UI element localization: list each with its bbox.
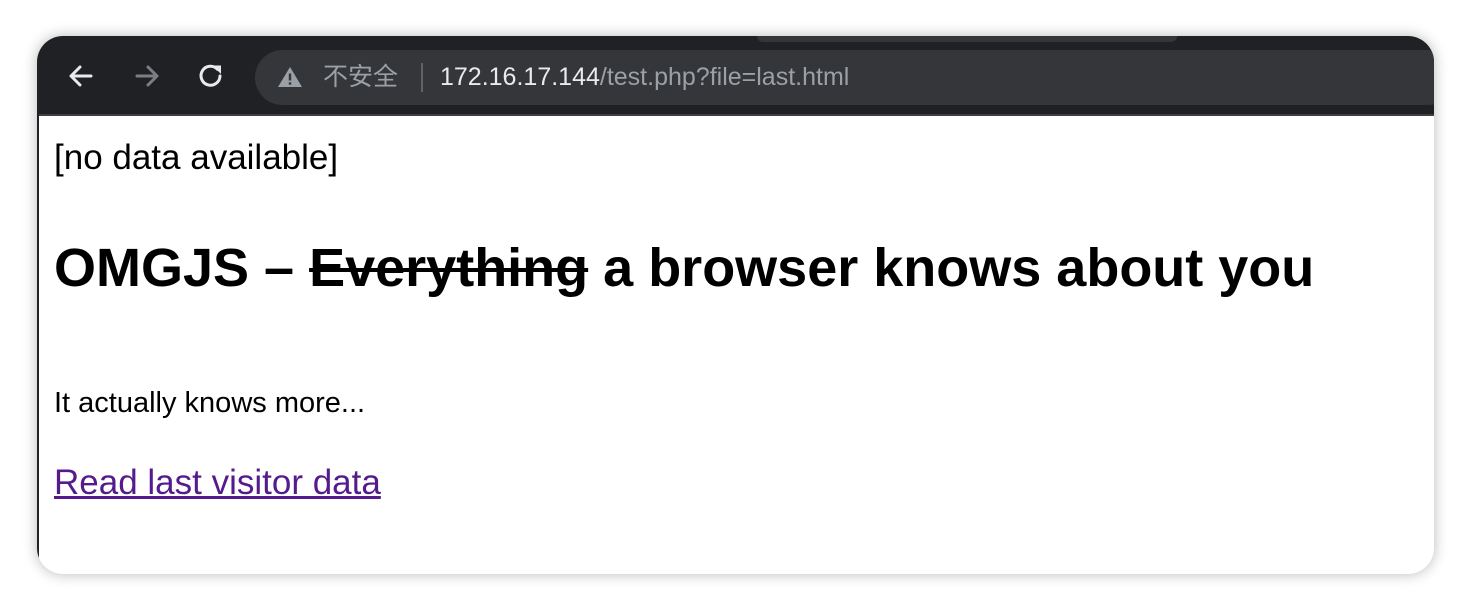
no-data-text: [no data available]	[54, 138, 339, 177]
tab-strip-edge	[757, 36, 1177, 42]
title-prefix: OMGJS –	[54, 238, 310, 298]
url-text[interactable]: 172.16.17.144/test.php?file=last.html	[440, 62, 849, 92]
browser-window: 不安全 172.16.17.144/test.php?file=last.htm…	[37, 36, 1434, 574]
subtitle-text: It actually knows more...	[54, 387, 366, 419]
title-suffix: a browser knows about you	[588, 238, 1315, 298]
back-arrow-icon	[69, 65, 93, 87]
window-left-border	[37, 114, 39, 574]
reload-icon	[199, 64, 222, 87]
reload-button[interactable]	[193, 58, 229, 94]
back-button[interactable]	[63, 58, 99, 94]
address-bar[interactable]: 不安全 172.16.17.144/test.php?file=last.htm…	[255, 50, 1434, 105]
address-bar-divider	[421, 63, 423, 92]
security-status-label[interactable]: 不安全	[323, 62, 398, 92]
read-last-visitor-link[interactable]: Read last visitor data	[54, 463, 381, 503]
page-title: OMGJS – Everything a browser knows about…	[54, 236, 1314, 300]
title-struck-word: Everything	[309, 238, 589, 298]
warning-triangle-icon[interactable]	[277, 65, 303, 89]
browser-toolbar: 不安全 172.16.17.144/test.php?file=last.htm…	[37, 36, 1434, 116]
forward-arrow-icon	[135, 65, 159, 87]
url-path: /test.php?file=last.html	[599, 63, 850, 91]
forward-button[interactable]	[129, 58, 165, 94]
url-host: 172.16.17.144	[440, 63, 600, 91]
